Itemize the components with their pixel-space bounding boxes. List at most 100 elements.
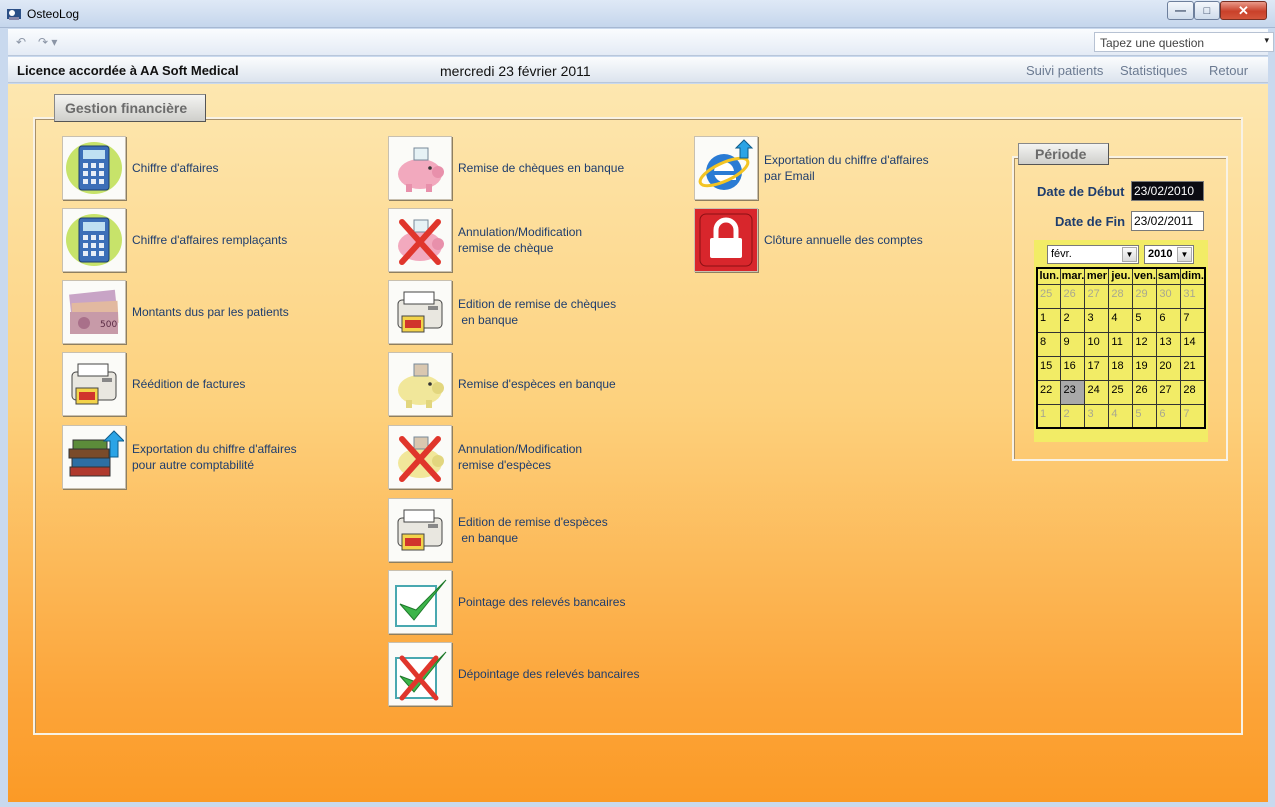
calendar-day[interactable]: 12 [1132, 331, 1158, 357]
chevron-down-icon[interactable]: ▾ [1264, 35, 1269, 46]
remise-especes-button[interactable]: Remise d'espèces en banque [388, 352, 616, 416]
calendar-day[interactable]: 31 [1180, 283, 1206, 309]
chiffre-affaires-remplacants-button[interactable]: Chiffre d'affaires remplaçants [62, 208, 287, 272]
calendar-day[interactable]: 14 [1180, 331, 1206, 357]
close-icon: ✕ [1238, 2, 1249, 18]
calendar-day[interactable]: 7 [1180, 403, 1206, 429]
calendar-day[interactable]: 27 [1156, 379, 1182, 405]
calendar-day[interactable]: 22 [1036, 379, 1062, 405]
help-search-input[interactable]: Tapez une question ▾ [1094, 32, 1274, 52]
calendar-day[interactable]: 1 [1036, 403, 1062, 429]
chevron-down-icon[interactable]: ▼ [1122, 247, 1137, 262]
weekday-label: lun. [1036, 267, 1062, 285]
nav-suivi-patients[interactable]: Suivi patients [1026, 63, 1103, 78]
help-search-placeholder: Tapez une question [1100, 36, 1205, 50]
item-label: Chiffre d'affaires [132, 161, 219, 175]
calendar-day[interactable]: 28 [1180, 379, 1206, 405]
calendar-day[interactable]: 2 [1060, 307, 1086, 333]
chiffre-affaires-button[interactable]: Chiffre d'affaires [62, 136, 219, 200]
calendar-day[interactable]: 28 [1108, 283, 1134, 309]
edition-remise-especes-button[interactable]: Edition de remise d'espèces en banque [388, 498, 608, 562]
exportation-comptabilite-button[interactable]: Exportation du chiffre d'affaires pour a… [62, 425, 297, 489]
books-export-icon [62, 425, 126, 489]
date-debut-input[interactable]: 23/02/2010 [1131, 181, 1204, 201]
calendar: févr. ▼ 2010 ▼ lun. mar. mer jeu. ven. s… [1034, 240, 1208, 442]
month-value: févr. [1051, 248, 1072, 260]
calendar-day[interactable]: 6 [1156, 307, 1182, 333]
remise-cheques-button[interactable]: Remise de chèques en banque [388, 136, 624, 200]
item-label: Annulation/Modification remise d'espèces [458, 442, 583, 472]
calendar-day[interactable]: 13 [1156, 331, 1182, 357]
calendar-day[interactable]: 19 [1132, 355, 1158, 381]
montants-dus-button[interactable]: 500 Montants dus par les patients [62, 280, 289, 344]
calendar-day[interactable]: 8 [1036, 331, 1062, 357]
svg-text:500: 500 [100, 320, 117, 330]
calendar-day[interactable]: 10 [1084, 331, 1110, 357]
calendar-day[interactable]: 1 [1036, 307, 1062, 333]
calendar-day[interactable]: 4 [1108, 307, 1134, 333]
item-label: Edition de remise d'espèces en banque [458, 515, 608, 545]
calendar-day-selected[interactable]: 23 [1060, 379, 1086, 405]
item-label: Clôture annuelle des comptes [764, 233, 923, 247]
piggy-bank-yellow-icon [388, 352, 452, 416]
calendar-day[interactable]: 26 [1060, 283, 1086, 309]
weekday-label: sam [1156, 267, 1182, 285]
calendar-day[interactable]: 18 [1108, 355, 1134, 381]
calendar-day[interactable]: 16 [1060, 355, 1086, 381]
calendar-day[interactable]: 11 [1108, 331, 1134, 357]
padlock-icon [694, 208, 758, 272]
nav-retour[interactable]: Retour [1209, 63, 1248, 78]
calendar-day[interactable]: 6 [1156, 403, 1182, 429]
calendar-day[interactable]: 3 [1084, 403, 1110, 429]
year-select[interactable]: 2010 ▼ [1144, 245, 1194, 264]
edition-remise-cheques-button[interactable]: Edition de remise de chèques en banque [388, 280, 616, 344]
calendar-day[interactable]: 9 [1060, 331, 1086, 357]
minimize-button[interactable]: — [1167, 1, 1194, 20]
calendar-day[interactable]: 30 [1156, 283, 1182, 309]
annulation-remise-especes-button[interactable]: Annulation/Modification remise d'espèces [388, 425, 582, 489]
chevron-down-icon[interactable]: ▼ [1177, 247, 1192, 262]
item-label: Exportation du chiffre d'affaires par Em… [764, 153, 929, 183]
calendar-day[interactable]: 25 [1108, 379, 1134, 405]
cloture-annuelle-button[interactable]: Clôture annuelle des comptes [694, 208, 923, 272]
exportation-email-button[interactable]: Exportation du chiffre d'affaires par Em… [694, 136, 929, 200]
calculator-icon [62, 136, 126, 200]
content-area: Gestion financière Chiffre d'affaires Ch… [8, 84, 1268, 802]
redo-icon[interactable]: ↷ ▾ [38, 35, 57, 49]
calendar-day[interactable]: 21 [1180, 355, 1206, 381]
header-bar: Licence accordée à AA Soft Medical mercr… [8, 57, 1268, 83]
pointage-releves-button[interactable]: Pointage des relevés bancaires [388, 570, 625, 634]
calendar-week-row: 8 9 10 11 12 13 14 [1036, 331, 1206, 357]
calendar-day[interactable]: 15 [1036, 355, 1062, 381]
calendar-header-row: lun. mar. mer jeu. ven. sam dim. [1036, 267, 1206, 285]
date-fin-label: Date de Fin [1055, 214, 1126, 229]
close-button[interactable]: ✕ [1220, 1, 1267, 20]
calendar-day[interactable]: 7 [1180, 307, 1206, 333]
calendar-day[interactable]: 5 [1132, 307, 1158, 333]
calculator-icon [62, 208, 126, 272]
month-select[interactable]: févr. ▼ [1047, 245, 1139, 264]
maximize-button[interactable]: □ [1194, 1, 1220, 20]
calendar-day[interactable]: 3 [1084, 307, 1110, 333]
calendar-day[interactable]: 4 [1108, 403, 1134, 429]
calendar-day[interactable]: 17 [1084, 355, 1110, 381]
calendar-day[interactable]: 2 [1060, 403, 1086, 429]
title-bar: OsteoLog — □ ✕ [0, 0, 1275, 28]
calendar-day[interactable]: 25 [1036, 283, 1062, 309]
calendar-grid: lun. mar. mer jeu. ven. sam dim. 25 26 2… [1036, 267, 1206, 429]
calendar-day[interactable]: 20 [1156, 355, 1182, 381]
calendar-day[interactable]: 5 [1132, 403, 1158, 429]
date-fin-input[interactable]: 23/02/2011 [1131, 211, 1204, 231]
minimize-icon: — [1175, 4, 1186, 17]
calendar-day[interactable]: 27 [1084, 283, 1110, 309]
item-label: Edition de remise de chèques en banque [458, 297, 617, 327]
annulation-remise-cheque-button[interactable]: Annulation/Modification remise de chèque [388, 208, 582, 272]
year-value: 2010 [1148, 248, 1173, 260]
reedition-factures-button[interactable]: Réédition de factures [62, 352, 245, 416]
depointage-releves-button[interactable]: Dépointage des relevés bancaires [388, 642, 639, 706]
calendar-day[interactable]: 29 [1132, 283, 1158, 309]
undo-icon[interactable]: ↶ [16, 35, 26, 49]
calendar-day[interactable]: 24 [1084, 379, 1110, 405]
nav-statistiques[interactable]: Statistiques [1120, 63, 1187, 78]
calendar-day[interactable]: 26 [1132, 379, 1158, 405]
